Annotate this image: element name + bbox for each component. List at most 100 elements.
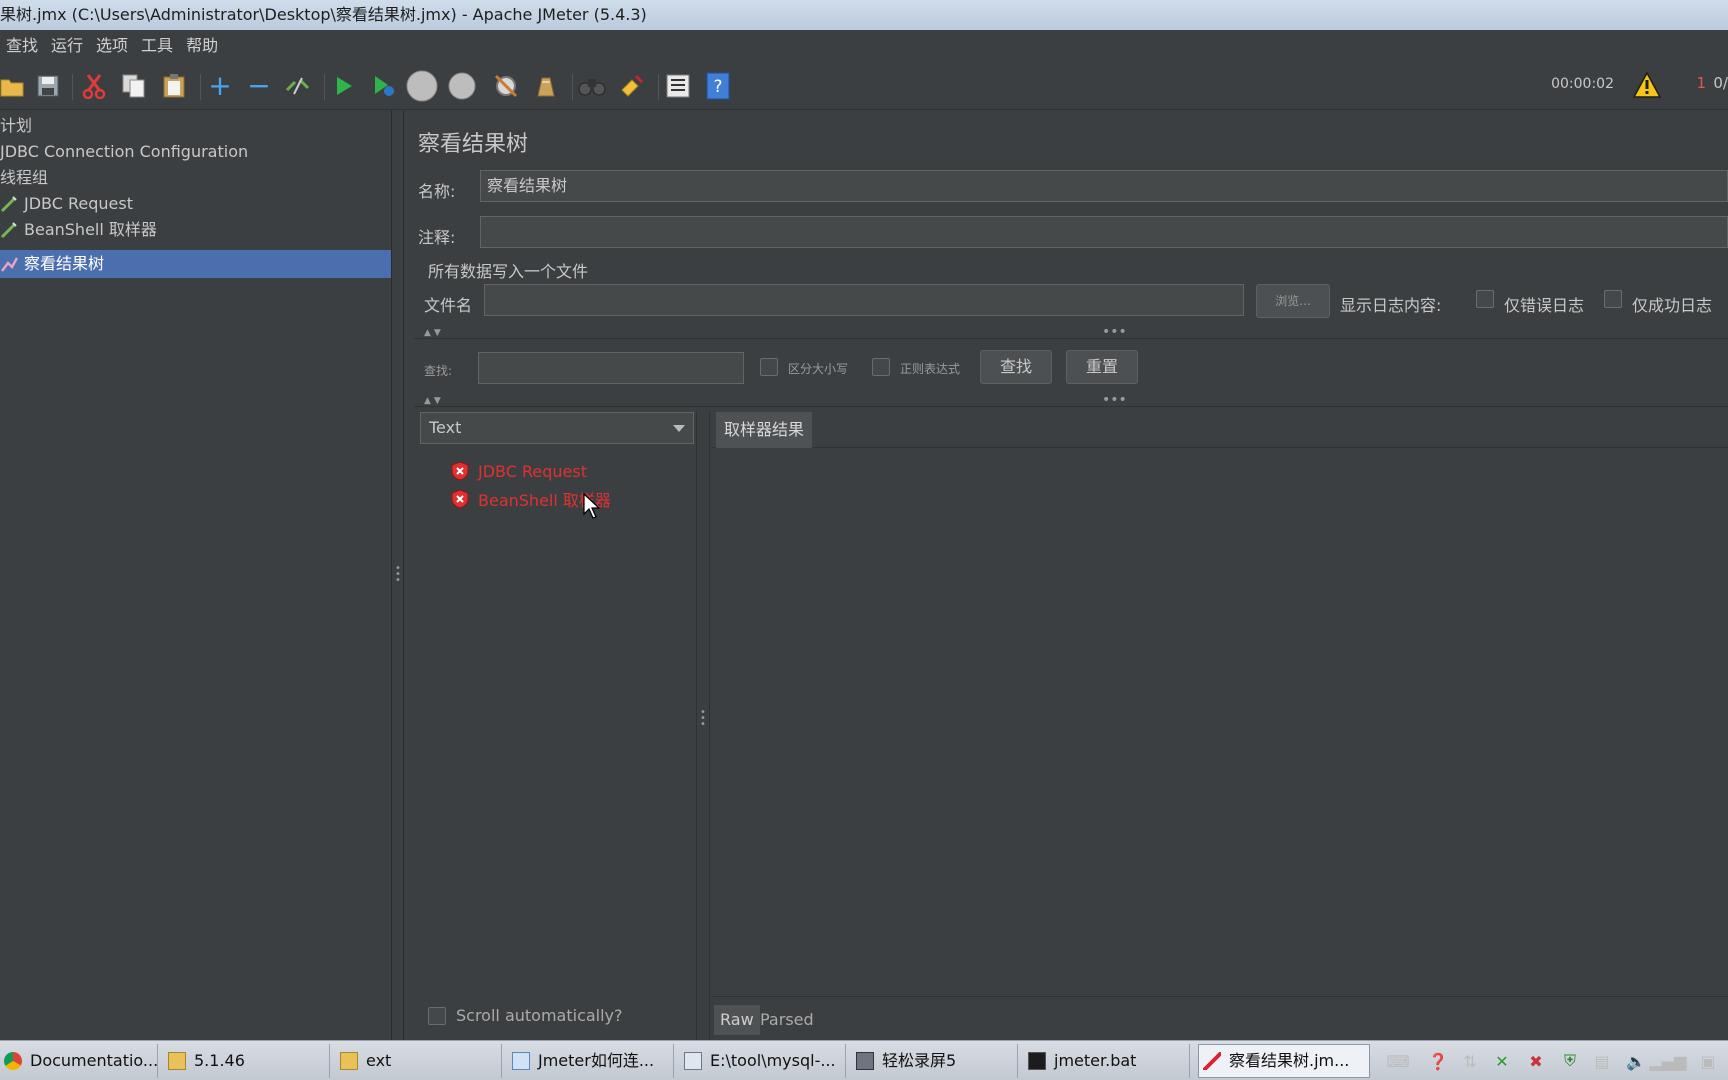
write-to-file-label: 所有数据写入一个文件 [428,262,589,281]
name-label: 名称: [418,182,456,201]
warning-icon[interactable] [1632,71,1662,99]
case-sensitive-checkbox[interactable] [760,358,778,376]
shield-icon[interactable]: ⛨ [1558,1049,1582,1073]
pipette-icon [0,196,17,213]
name-field[interactable]: 察看结果树 [480,170,1728,202]
collapse-arrows-icon[interactable]: ▲▼ [424,328,444,338]
errors-only-checkbox[interactable] [1476,290,1494,308]
tree-item-label: BeanShell 取样器 [24,220,157,239]
expand-icon[interactable]: + [204,70,236,102]
browse-button[interactable]: 浏览... [1256,284,1330,318]
paste-icon[interactable] [158,70,190,102]
tree-item-view-results-tree[interactable]: 察看结果树 [0,250,391,278]
chart-icon [1,257,18,272]
task-documentation[interactable]: Documentatio... [0,1044,158,1078]
menu-run[interactable]: 运行 [45,30,90,62]
task-label: ext [366,1051,392,1070]
svg-text:?: ? [713,77,722,97]
copy-icon[interactable] [118,70,150,102]
sample-results-tree: JDBC Request BeanShell 取样器 [420,446,694,1006]
clipboard-icon[interactable]: ▤ [1590,1049,1614,1073]
security-tray-icon[interactable]: ✖ [1524,1049,1548,1073]
menu-help[interactable]: 帮助 [180,30,225,62]
tree-item-test-plan[interactable]: 计划 [0,112,32,140]
task-label: 5.1.46 [194,1051,245,1070]
tree-item-thread-group[interactable]: 线程组 [0,164,48,192]
view-results-tree-panel: 察看结果树 名称: 察看结果树 注释: 所有数据写入一个文件 文件名 浏览...… [404,110,1728,1040]
sampler-result-content [712,448,1728,996]
find-button[interactable]: 查找 [980,350,1052,384]
search-label: 查找: [424,364,453,378]
error-shield-icon [451,461,469,481]
scroll-auto-checkbox[interactable] [428,1006,446,1025]
elapsed-time: 00:00:02 [1551,76,1614,92]
keyboard-icon[interactable]: ⌨ [1386,1049,1410,1073]
tab-sampler-result[interactable]: 取样器结果 [716,412,813,448]
case-sensitive-label: 区分大小写 [788,362,849,376]
volume-icon[interactable]: 🔈 [1624,1049,1648,1073]
result-item-label: JDBC Request [478,461,587,481]
error-count: 1 [1696,74,1706,92]
collapse-arrows-icon[interactable]: ▲▼ [424,396,444,406]
monitor-icon[interactable]: ▣ [1696,1049,1720,1073]
recorder-icon [856,1052,874,1070]
binoculars-icon[interactable] [576,70,608,102]
start-icon[interactable] [328,70,360,102]
menu-search[interactable]: 查找 [0,30,45,62]
task-mysql-folder[interactable]: E:\tool\mysql-... [680,1044,846,1078]
tree-item-jdbc-request[interactable]: JDBC Request [0,190,133,218]
test-plan-tree: 计划 JDBC Connection Configuration 线程组 JDB… [0,110,392,1040]
cut-icon[interactable] [78,70,110,102]
task-jmeter-bat[interactable]: jmeter.bat [1024,1044,1190,1078]
success-only-checkbox[interactable] [1604,290,1622,308]
task-folder-ext[interactable]: ext [336,1044,502,1078]
menu-options[interactable]: 选项 [90,30,135,62]
start-no-pauses-icon[interactable] [368,70,400,102]
menu-tools[interactable]: 工具 [135,30,180,62]
clear-icon[interactable] [490,70,522,102]
window-icon [684,1052,702,1070]
signal-icon[interactable]: ▂▄▆ [1650,1049,1687,1073]
regex-checkbox[interactable] [872,358,890,376]
regex-label: 正则表达式 [900,362,961,376]
task-jmeter-window[interactable]: 察看结果树.jm... [1198,1044,1370,1078]
tree-item-label: 察看结果树 [24,254,105,273]
renderer-select[interactable]: Text [420,412,694,444]
broom-icon[interactable] [616,70,648,102]
app-tray-icon[interactable]: ✕ [1490,1049,1514,1073]
result-item-jdbc-request[interactable]: JDBC Request [450,458,587,484]
chevron-down-icon [673,425,685,432]
filename-field[interactable] [484,284,1244,316]
open-icon[interactable] [0,70,28,102]
comment-label: 注释: [418,228,456,247]
toggle-icon[interactable] [282,70,314,102]
task-folder-5146[interactable]: 5.1.46 [164,1044,330,1078]
jmeter-feather-icon [1203,1052,1221,1070]
help-tray-icon[interactable]: ❓ [1426,1049,1450,1073]
task-screen-recorder[interactable]: 轻松录屏5 [852,1044,1018,1078]
mouse-cursor-icon [583,492,601,519]
tab-parsed[interactable]: Parsed [754,1005,820,1035]
tab-raw[interactable]: Raw [714,1005,760,1035]
error-shield-icon [451,489,469,509]
network-icon[interactable]: ⇅ [1458,1049,1482,1073]
log-content-label: 显示日志内容: [1340,296,1442,315]
task-jmeter-article[interactable]: Jmeter如何连... [508,1044,674,1078]
tree-item-jdbc-connection[interactable]: JDBC Connection Configuration [0,138,248,166]
function-helper-icon[interactable] [662,70,694,102]
chrome-icon [4,1052,22,1070]
folder-icon [168,1052,186,1070]
tree-item-beanshell-sampler[interactable]: BeanShell 取样器 [0,216,157,244]
stop-icon[interactable] [406,70,438,102]
shutdown-icon[interactable] [446,70,478,102]
help-icon[interactable]: ? [702,70,734,102]
reset-button[interactable]: 重置 [1066,350,1138,384]
comment-field[interactable] [480,216,1728,248]
clear-all-icon[interactable] [530,70,562,102]
save-icon[interactable] [32,70,64,102]
tree-item-label: JDBC Connection Configuration [0,142,249,161]
search-input[interactable] [478,352,744,384]
task-label: Jmeter如何连... [538,1051,655,1070]
collapse-icon[interactable]: − [243,70,275,102]
task-label: jmeter.bat [1054,1051,1137,1070]
